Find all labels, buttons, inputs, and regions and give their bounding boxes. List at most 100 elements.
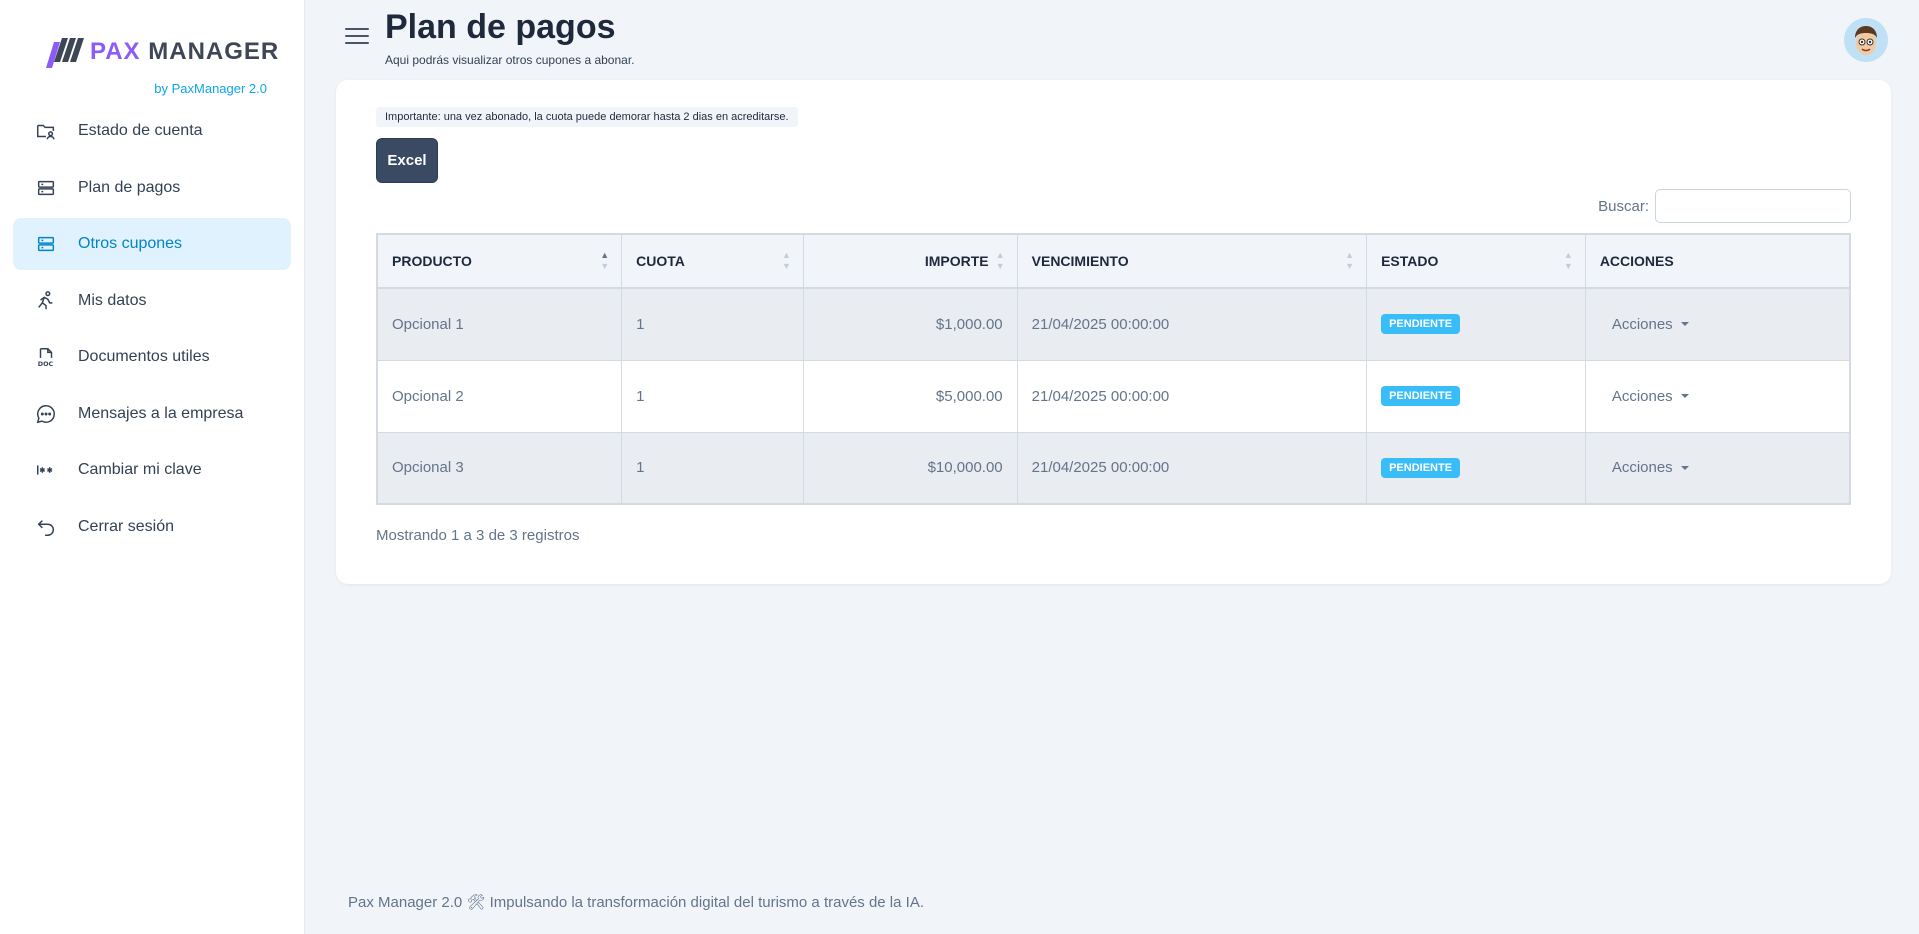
column-header-acciones: ACCIONES (1584, 233, 1851, 289)
cell-vencimiento: 21/04/2025 00:00:00 (1016, 359, 1368, 433)
cell-cuota: 1 (621, 359, 804, 433)
back-arrow-icon (35, 516, 57, 538)
caret-down-icon (1680, 322, 1689, 327)
sidebar-item-plan-de-pagos[interactable]: Plan de pagos (13, 162, 291, 214)
sort-icon: ▲ ▼ (781, 250, 791, 271)
running-person-icon (35, 290, 57, 312)
column-header-label: CUOTA (636, 253, 685, 269)
coupons-table: PRODUCTO ▲ ▼ CUOTA ▲ ▼ IMPORTE ▲ ▼ VENCIM (376, 233, 1851, 505)
actions-dropdown[interactable]: Acciones (1600, 388, 1689, 405)
sidebar-item-label: Cambiar mi clave (78, 461, 202, 478)
main-content: Plan de pagos Aqui podrás visualizar otr… (305, 0, 1919, 934)
search-label: Buscar: (1598, 197, 1649, 215)
sidebar-item-mensajes[interactable]: Mensajes a la empresa (13, 388, 291, 440)
actions-dropdown[interactable]: Acciones (1600, 459, 1689, 476)
topbar: Plan de pagos Aqui podrás visualizar otr… (305, 0, 1919, 80)
sidebar-nav: Estado de cuenta Plan de pagos Otros cup… (0, 105, 304, 553)
actions-label: Acciones (1611, 315, 1673, 333)
column-header-vencimiento[interactable]: VENCIMIENTO ▲ ▼ (1016, 233, 1368, 289)
table-row: Opcional 1 1 $1,000.00 21/04/2025 00:00:… (376, 287, 1851, 361)
menu-toggle-icon[interactable] (345, 28, 369, 48)
column-header-importe[interactable]: IMPORTE ▲ ▼ (802, 233, 1018, 289)
sidebar-item-cerrar-sesion[interactable]: Cerrar sesión (13, 501, 291, 553)
page-subtitle: Aqui podrás visualizar otros cupones a a… (385, 53, 635, 67)
cell-estado: PENDIENTE (1366, 287, 1586, 361)
sidebar-item-label: Cerrar sesión (78, 517, 175, 535)
sidebar-item-label: Estado de cuenta (78, 122, 203, 139)
server-stack-icon (35, 177, 57, 199)
cell-importe: $1,000.00 (802, 287, 1018, 361)
caret-down-icon (1680, 465, 1689, 470)
pax-logo-icon (46, 38, 84, 68)
cell-producto: Opcional 1 (376, 287, 623, 361)
column-header-producto[interactable]: PRODUCTO ▲ ▼ (376, 233, 623, 289)
excel-export-button[interactable]: Excel (376, 138, 438, 183)
cell-producto: Opcional 2 (376, 359, 623, 433)
sidebar-item-label: Mensajes a la empresa (78, 404, 244, 422)
folder-user-icon (35, 120, 57, 142)
sidebar-item-label: Mis datos (78, 291, 147, 309)
sidebar-item-cambiar-clave[interactable]: Cambiar mi clave (13, 444, 291, 496)
cell-cuota: 1 (621, 431, 804, 505)
brand: PAX MANAGER by PaxManager 2.0 (0, 0, 304, 105)
table-row: Opcional 3 1 $10,000.00 21/04/2025 00:00… (376, 431, 1851, 505)
cell-estado: PENDIENTE (1366, 359, 1586, 433)
sidebar-item-label: Otros cupones (78, 235, 183, 252)
coupons-card: Importante: una vez abonado, la cuota pu… (336, 80, 1891, 584)
status-badge: PENDIENTE (1381, 457, 1461, 478)
sort-icon: ▲ ▼ (600, 250, 610, 271)
sort-icon: ▲ ▼ (1563, 250, 1573, 271)
cell-cuota: 1 (621, 287, 804, 361)
table-row: Opcional 2 1 $5,000.00 21/04/2025 00:00:… (376, 359, 1851, 433)
svg-text:DOC: DOC (38, 360, 54, 368)
chat-bubble-icon (35, 403, 57, 425)
page-title: Plan de pagos (385, 8, 616, 46)
sort-icon: ▲ ▼ (1345, 250, 1355, 271)
column-header-label: VENCIMIENTO (1031, 253, 1129, 269)
sidebar-item-label: Plan de pagos (78, 178, 181, 196)
sidebar-item-documentos-utiles[interactable]: DOC Documentos utiles (13, 331, 291, 383)
column-header-estado[interactable]: ESTADO ▲ ▼ (1366, 233, 1586, 289)
brand-name: PAX MANAGER (90, 38, 279, 66)
table-header-row: PRODUCTO ▲ ▼ CUOTA ▲ ▼ IMPORTE ▲ ▼ VENCIM (376, 233, 1851, 289)
sidebar-item-estado-de-cuenta[interactable]: Estado de cuenta (13, 105, 291, 157)
cell-acciones: Acciones (1584, 359, 1851, 433)
sidebar: PAX MANAGER by PaxManager 2.0 Estado de … (0, 0, 305, 934)
cell-importe: $10,000.00 (802, 431, 1018, 505)
brand-logo[interactable]: PAX MANAGER (44, 34, 279, 70)
status-badge: PENDIENTE (1381, 314, 1461, 335)
sidebar-item-otros-cupones[interactable]: Otros cupones (13, 218, 291, 270)
sidebar-item-mis-datos[interactable]: Mis datos (13, 275, 291, 327)
column-header-cuota[interactable]: CUOTA ▲ ▼ (621, 233, 804, 289)
cell-vencimiento: 21/04/2025 00:00:00 (1016, 431, 1368, 505)
brand-subtitle: by PaxManager 2.0 (154, 81, 267, 96)
cell-acciones: Acciones (1584, 287, 1851, 361)
column-header-label: IMPORTE (924, 253, 989, 269)
actions-label: Acciones (1611, 387, 1673, 405)
search-group: Buscar: (1598, 189, 1851, 223)
cell-acciones: Acciones (1584, 431, 1851, 505)
cell-producto: Opcional 3 (376, 431, 623, 505)
avatar-face-icon (1844, 18, 1888, 62)
server-stack-icon (35, 233, 57, 255)
actions-dropdown[interactable]: Acciones (1600, 316, 1689, 333)
notice-text: Importante: una vez abonado, la cuota pu… (376, 107, 798, 127)
doc-file-icon: DOC (35, 346, 57, 368)
cell-importe: $5,000.00 (802, 359, 1018, 433)
column-header-label: PRODUCTO (392, 253, 472, 269)
table-info: Mostrando 1 a 3 de 3 registros (376, 527, 580, 544)
column-header-label: ESTADO (1381, 253, 1439, 269)
column-header-label: ACCIONES (1599, 253, 1674, 269)
search-input[interactable] (1655, 189, 1851, 223)
status-badge: PENDIENTE (1381, 386, 1461, 406)
sort-icon: ▲ ▼ (995, 250, 1005, 271)
caret-down-icon (1680, 394, 1689, 398)
brand-name-pax: PAX (90, 38, 141, 65)
password-icon (35, 459, 57, 481)
app-root: PAX MANAGER by PaxManager 2.0 Estado de … (0, 0, 1919, 934)
cell-vencimiento: 21/04/2025 00:00:00 (1016, 287, 1368, 361)
user-avatar[interactable] (1844, 18, 1888, 62)
sidebar-item-label: Documentos utiles (78, 348, 210, 365)
page-footer: Pax Manager 2.0 🛠 Impulsando la transfor… (348, 894, 924, 911)
brand-name-manager: MANAGER (148, 38, 280, 65)
